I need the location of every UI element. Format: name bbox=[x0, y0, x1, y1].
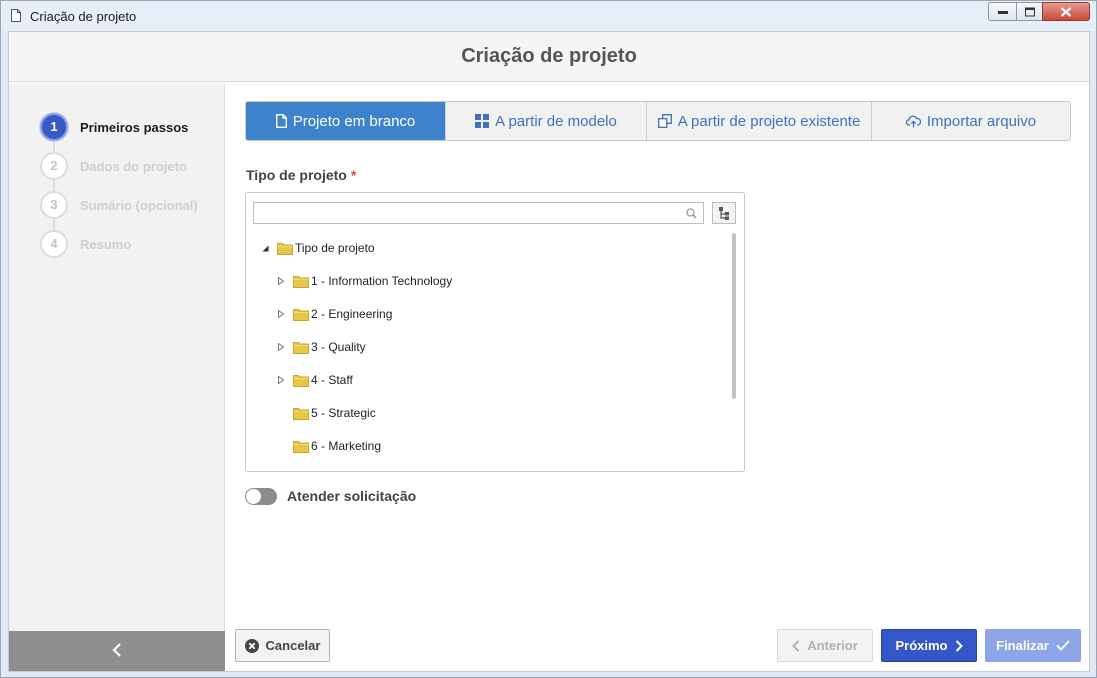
cancel-label: Cancelar bbox=[265, 638, 321, 653]
attend-request-toggle[interactable] bbox=[245, 488, 277, 505]
search-icon bbox=[686, 208, 697, 219]
step-overview[interactable]: 4 Resumo bbox=[40, 230, 220, 258]
cloud-upload-icon bbox=[905, 115, 921, 127]
tree-node-label: 5 - Strategic bbox=[311, 406, 376, 420]
window-title: Criação de projeto bbox=[30, 9, 137, 24]
folder-icon bbox=[293, 275, 309, 288]
tree-scrollbar[interactable] bbox=[730, 231, 738, 463]
folder-icon bbox=[293, 440, 309, 453]
project-type-label: Tipo de projeto * bbox=[246, 167, 356, 183]
folder-icon bbox=[293, 308, 309, 321]
chevron-left-icon bbox=[792, 639, 800, 652]
toggle-label: Atender solicitação bbox=[287, 488, 417, 504]
previous-button[interactable]: Anterior bbox=[777, 629, 873, 662]
checkmark-icon bbox=[1056, 640, 1070, 651]
tree-node-item[interactable]: 4 - Staff bbox=[277, 370, 353, 390]
minimize-button[interactable] bbox=[988, 2, 1017, 21]
tab-label: Projeto em branco bbox=[292, 112, 416, 130]
collapse-triangle-icon[interactable] bbox=[261, 244, 269, 252]
expand-triangle-icon[interactable] bbox=[277, 343, 285, 351]
step-summary[interactable]: 3 Sumário (opcional) bbox=[40, 191, 220, 219]
project-creation-dialog: Criação de projeto 1 Primeiros passos 2 … bbox=[8, 31, 1090, 672]
step-connector bbox=[53, 219, 55, 230]
chevron-left-icon bbox=[112, 643, 121, 657]
tree-node-item[interactable]: 1 - Information Technology bbox=[277, 271, 452, 291]
tree-node-label: 3 - Quality bbox=[311, 340, 366, 354]
project-type-label-text: Tipo de projeto bbox=[246, 167, 347, 183]
tree-node-item[interactable]: 5 - Strategic bbox=[277, 403, 376, 423]
app-window: Criação de projeto Criação de projeto 1 … bbox=[0, 0, 1097, 678]
document-icon bbox=[11, 9, 21, 22]
tab-blank-project[interactable]: Projeto em branco bbox=[246, 102, 446, 140]
expand-triangle-icon[interactable] bbox=[277, 310, 285, 318]
tree-node-item[interactable]: 3 - Quality bbox=[277, 337, 366, 357]
minimize-icon bbox=[997, 10, 1008, 14]
tab-label: A partir de projeto existente bbox=[677, 112, 861, 130]
tree-node-label: 6 - Marketing bbox=[311, 439, 382, 453]
step-number: 2 bbox=[40, 152, 68, 180]
required-marker: * bbox=[350, 167, 357, 183]
scrollbar-thumb[interactable] bbox=[732, 233, 736, 399]
tab-from-template[interactable]: A partir de modelo bbox=[446, 102, 647, 140]
step-label: Resumo bbox=[80, 237, 132, 252]
tree-node-label: 4 - Staff bbox=[311, 373, 353, 387]
dialog-header: Criação de projeto bbox=[9, 32, 1089, 82]
tree-search-input[interactable] bbox=[253, 202, 704, 224]
step-connector bbox=[53, 180, 55, 191]
tree-node-label: 2 - Engineering bbox=[311, 307, 393, 321]
dialog-title: Criação de projeto bbox=[461, 45, 637, 67]
close-icon bbox=[1060, 6, 1072, 17]
step-label: Sumário (opcional) bbox=[80, 198, 198, 213]
folder-icon bbox=[293, 374, 309, 387]
creation-mode-tabs: Projeto em branco A partir de modelo A p… bbox=[245, 101, 1071, 141]
expand-triangle-icon[interactable] bbox=[277, 277, 285, 285]
folder-icon bbox=[277, 242, 293, 255]
tab-import-file[interactable]: Importar arquivo bbox=[872, 102, 1070, 140]
restore-button[interactable] bbox=[1016, 2, 1043, 21]
step-number: 3 bbox=[40, 191, 68, 219]
cancel-button[interactable]: Cancelar bbox=[235, 629, 330, 662]
restore-icon bbox=[1024, 7, 1035, 16]
file-icon bbox=[275, 114, 287, 128]
step-connector bbox=[53, 141, 55, 152]
step-label: Dados do projeto bbox=[80, 159, 187, 174]
grid-icon bbox=[475, 114, 490, 128]
tab-from-existing-project[interactable]: A partir de projeto existente bbox=[647, 102, 872, 140]
toggle-knob bbox=[246, 489, 261, 504]
folder-icon bbox=[293, 407, 309, 420]
finish-label: Finalizar bbox=[996, 638, 1049, 653]
collapse-sidebar-button[interactable] bbox=[9, 631, 225, 671]
project-type-tree-panel: Tipo de projeto 1 - Information Technolo… bbox=[245, 192, 745, 472]
chevron-right-icon bbox=[955, 639, 963, 652]
tab-label: A partir de modelo bbox=[495, 112, 617, 130]
tree-node-item[interactable]: 6 - Marketing bbox=[277, 436, 381, 456]
next-button[interactable]: Próximo bbox=[881, 629, 977, 662]
tree-node-root[interactable]: Tipo de projeto bbox=[261, 238, 375, 258]
step-project-data[interactable]: 2 Dados do projeto bbox=[40, 152, 220, 180]
finish-button[interactable]: Finalizar bbox=[985, 629, 1081, 662]
folder-icon bbox=[293, 341, 309, 354]
wizard-sidebar: 1 Primeiros passos 2 Dados do projeto 3 … bbox=[9, 83, 225, 631]
tree-node-label: Tipo de projeto bbox=[295, 241, 375, 255]
hierarchy-icon bbox=[719, 207, 729, 220]
tab-label: Importar arquivo bbox=[926, 112, 1037, 130]
step-number: 1 bbox=[40, 113, 68, 141]
copy-icon bbox=[657, 114, 672, 128]
hierarchy-button[interactable] bbox=[712, 202, 736, 224]
next-label: Próximo bbox=[895, 638, 948, 653]
step-first-steps[interactable]: 1 Primeiros passos bbox=[40, 113, 220, 141]
step-number: 4 bbox=[40, 230, 68, 258]
expand-triangle-icon[interactable] bbox=[277, 376, 285, 384]
close-window-button[interactable] bbox=[1042, 2, 1090, 21]
cancel-circle-icon bbox=[244, 638, 259, 653]
tree-node-item[interactable]: 2 - Engineering bbox=[277, 304, 392, 324]
title-bar[interactable]: Criação de projeto bbox=[1, 1, 1096, 31]
tree-node-label: 1 - Information Technology bbox=[311, 274, 453, 288]
step-label: Primeiros passos bbox=[80, 120, 189, 135]
previous-label: Anterior bbox=[807, 638, 858, 653]
